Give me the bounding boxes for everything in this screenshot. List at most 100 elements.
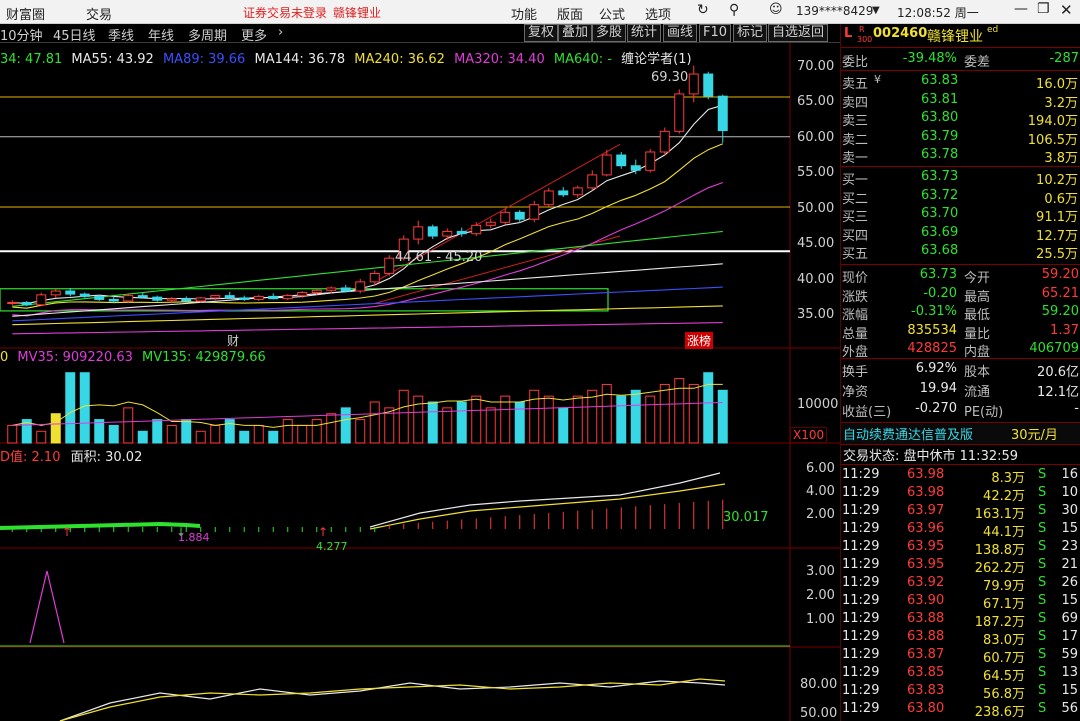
buy-level-price: 63.73 [921, 169, 959, 184]
tick-side: S [1038, 683, 1047, 698]
tag-zhangbang[interactable]: 涨榜 [685, 332, 714, 349]
tick-count: 23 [1061, 539, 1078, 554]
tick-time: 11:29 [842, 629, 880, 644]
tick-count: 17 [1061, 629, 1078, 644]
candle-body [253, 295, 264, 300]
tick-side: S [1038, 701, 1047, 716]
menu-caifuquan[interactable]: 财富圈 [6, 4, 45, 23]
sell-level-price: 63.79 [921, 128, 959, 144]
btn-multistock[interactable]: 多股 [592, 24, 627, 42]
volume-bar [123, 407, 134, 444]
minimize-icon[interactable]: — [1014, 1, 1028, 17]
tick-row[interactable]: 11:29 63.92 79.9万 S 26 [841, 575, 1080, 594]
tick-row[interactable]: 11:29 63.88 83.0万 S 17 [841, 629, 1080, 648]
tick-price: 63.88 [907, 629, 945, 644]
stock-tag: ed [987, 25, 999, 35]
volume-bar [65, 372, 76, 444]
trade-status: 交易状态: 盘中休市 11:32:59 [843, 449, 1019, 464]
btn-overlay[interactable]: 叠加 [558, 24, 593, 42]
volume-bar [166, 424, 177, 444]
sell-level-volume: 3.8万 [1044, 151, 1078, 166]
period-more[interactable]: 更多 [241, 25, 267, 44]
period-year[interactable]: 年线 [148, 25, 174, 44]
btn-f10[interactable]: F10 [699, 24, 732, 42]
candle-body [529, 204, 540, 220]
close-icon[interactable]: ✕ [1060, 1, 1073, 19]
tick-price: 63.83 [907, 683, 945, 698]
tick-volume: 83.0万 [983, 633, 1025, 648]
indicator-pane-3 [0, 570, 790, 647]
ind2-legend: D值: 2.10 面积: 30.02 [0, 446, 142, 465]
tick-row[interactable]: 11:29 63.88 187.2万 S 69 [841, 611, 1080, 630]
promo-price[interactable]: 30元/月 [1011, 424, 1058, 443]
tick-row[interactable]: 11:29 63.85 64.5万 S 13 [841, 665, 1080, 684]
candle-body [355, 281, 366, 292]
candlestick-chart[interactable]: ↑ ↑ ↓ [0, 43, 840, 721]
ind2-axis: 4.00 [806, 484, 835, 499]
btn-stats[interactable]: 统计 [627, 24, 662, 42]
promo-text[interactable]: 自动续费通达信普及版 [843, 424, 973, 443]
period-multi[interactable]: 多周期 [188, 25, 227, 44]
tick-row[interactable]: 11:29 63.83 56.8万 S 15 [841, 683, 1080, 702]
promo-row[interactable]: 自动续费通达信普及版 30元/月 [841, 424, 1080, 444]
menu-formula[interactable]: 公式 [599, 4, 625, 23]
candle-body [195, 297, 206, 302]
tick-count: 30 [1061, 503, 1078, 518]
user-account[interactable]: 139****8429 [796, 4, 873, 18]
btn-fuquan[interactable]: 复权 [524, 24, 559, 42]
menu-trade[interactable]: 交易 [86, 4, 112, 23]
tick-row[interactable]: 11:29 63.95 138.8万 S 23 [841, 539, 1080, 558]
sell-level-label: 卖四 [842, 95, 869, 111]
btn-draw[interactable]: 画线 [663, 24, 698, 42]
menu-layout[interactable]: 版面 [557, 4, 583, 23]
tick-row[interactable]: 11:29 63.96 44.1万 S 15 [841, 521, 1080, 540]
period-45day[interactable]: 45日线 [53, 25, 96, 44]
login-notice[interactable]: 证券交易未登录 [243, 4, 327, 21]
weibi-value: -39.48% [902, 51, 957, 66]
price-axis-label: 70.00 [797, 59, 835, 74]
ind3-axis: 1.00 [806, 612, 835, 627]
menu-options[interactable]: 选项 [645, 4, 671, 23]
moving-average-line [12, 104, 723, 305]
tick-row[interactable]: 11:29 63.98 8.3万 S 16 [841, 467, 1080, 486]
volume-bar [152, 419, 163, 444]
buy-level-label: 买二 [842, 191, 869, 207]
pin-icon[interactable]: ⚲ [729, 2, 739, 18]
tag-cai[interactable]: 财 [227, 332, 239, 349]
stat-value: 406709 [1029, 341, 1079, 356]
volume-axis-label: 10000 [797, 397, 839, 412]
stats-row: 外盘 428825 内盘 406709 [841, 341, 1080, 360]
sell-level-row: 卖二 63.79 106.5万 [841, 128, 1080, 148]
period-quarter[interactable]: 季线 [108, 25, 134, 44]
volume-pane [7, 372, 728, 444]
stat-value: 1.37 [1050, 322, 1079, 338]
tick-count: 59 [1061, 647, 1078, 662]
dropdown-icon[interactable]: ▼ [872, 5, 880, 16]
tick-row[interactable]: 11:29 63.95 262.2万 S 21 [841, 557, 1080, 576]
ind4-axis: 80.00 [800, 677, 838, 692]
btn-watchlist-back[interactable]: 自选返回 [768, 24, 829, 42]
buy-level-row: 买五 63.68 25.5万 [841, 243, 1080, 262]
volume-bar [601, 383, 612, 444]
volume-bar [253, 424, 264, 444]
user-icon[interactable]: ☺ [769, 2, 783, 17]
tick-row[interactable]: 11:29 63.87 60.7万 S 59 [841, 647, 1080, 666]
candle-body [79, 293, 90, 297]
tick-row[interactable]: 11:29 63.90 67.1万 S 15 [841, 593, 1080, 612]
chevron-right-icon[interactable]: › [278, 25, 283, 40]
restore-icon[interactable]: ❐ [1037, 1, 1050, 17]
menu-function[interactable]: 功能 [511, 4, 537, 23]
btn-mark[interactable]: 标记 [733, 24, 768, 42]
candle-body [123, 295, 134, 302]
tick-row[interactable]: 11:29 63.80 238.6万 S 56 [841, 701, 1080, 720]
tick-count: 15 [1061, 593, 1078, 608]
period-10min[interactable]: 10分钟 [0, 25, 43, 44]
tick-row[interactable]: 11:29 63.97 163.1万 S 30 [841, 503, 1080, 522]
tick-time: 11:29 [842, 467, 880, 482]
candle-body [50, 290, 61, 296]
buy-level-row: 买二 63.72 0.6万 [841, 188, 1080, 207]
tick-row[interactable]: 11:29 63.98 42.2万 S 10 [841, 485, 1080, 504]
chart-area[interactable]: 34: 47.81 MA55: 43.92 MA89: 39.66 MA144:… [0, 43, 840, 721]
candle-body [181, 298, 192, 302]
refresh-icon[interactable]: ↻ [697, 2, 709, 18]
